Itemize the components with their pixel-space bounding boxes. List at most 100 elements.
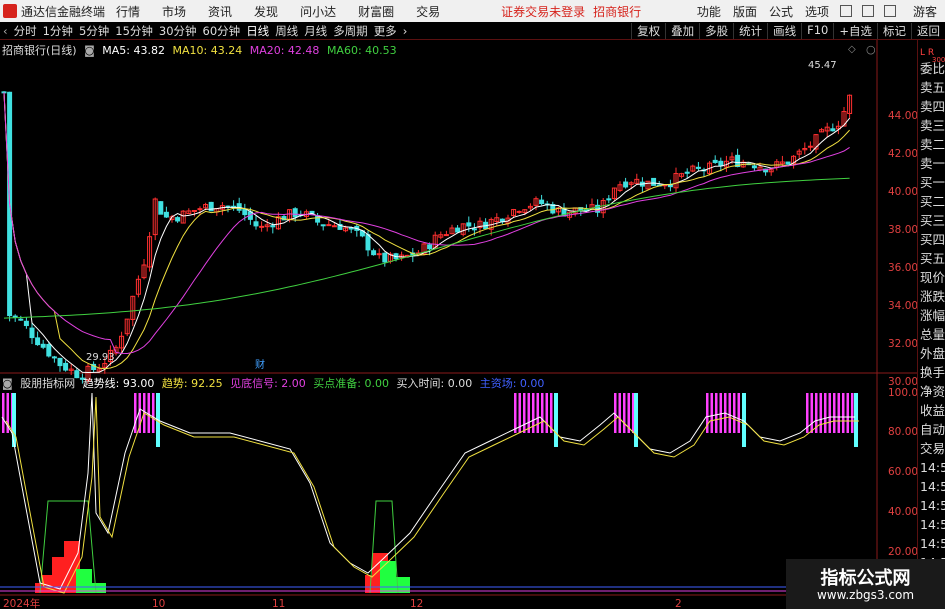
period-15min[interactable]: 15分钟: [112, 23, 156, 39]
ma10-label: MA10: 43.24: [172, 44, 243, 57]
histogram-block: [380, 561, 396, 593]
period-60min[interactable]: 60分钟: [200, 23, 244, 39]
ind-tick: 20.00: [888, 546, 917, 558]
toolbox-icon[interactable]: [839, 5, 852, 17]
candle-body: [516, 210, 522, 213]
period-more[interactable]: 更多: [371, 23, 400, 39]
ind-label-bottom: 见底信号: 2.00: [230, 377, 306, 390]
period-fenshi[interactable]: 分时: [11, 23, 40, 39]
quote-field: 14:5: [920, 460, 945, 475]
tool-biaoji[interactable]: 标记: [877, 22, 911, 39]
ind-tick: 60.00: [888, 466, 917, 478]
candlestick-layer: [1, 91, 853, 384]
tool-f10[interactable]: F10: [801, 22, 833, 39]
menu-wenxiaoda[interactable]: 问小达: [289, 3, 347, 20]
tool-tongji[interactable]: 统计: [733, 22, 767, 39]
quote-field: 外盘: [920, 346, 945, 361]
message-icon[interactable]: [883, 5, 896, 17]
tool-huaxian[interactable]: 画线: [767, 22, 801, 39]
tool-fanhui[interactable]: 返回: [911, 22, 945, 39]
collapse-icon[interactable]: ‹: [0, 24, 11, 38]
candle-body: [718, 160, 724, 167]
candle-body: [57, 357, 63, 367]
period-5min[interactable]: 5分钟: [76, 23, 112, 39]
price-tick: 32.00: [888, 338, 917, 350]
candle-body: [197, 208, 203, 211]
signal-bar: [737, 393, 740, 433]
candle-body: [259, 225, 265, 228]
signal-bar: [2, 393, 5, 433]
signal-bar: [715, 393, 718, 433]
broker-name[interactable]: 招商银行: [593, 3, 641, 20]
quote-field: 买四: [920, 232, 945, 247]
menu-gongshi[interactable]: 公式: [763, 3, 799, 20]
signal-bar: [618, 393, 621, 433]
ma-toggle-icon[interactable]: ◙: [84, 44, 95, 57]
price-tick: 34.00: [888, 300, 917, 312]
quote-field: 卖一: [920, 156, 945, 171]
quote-field: 买一: [920, 175, 945, 190]
quote-field: 收益: [920, 403, 945, 418]
signal-bar: [810, 393, 813, 433]
ma20-label: MA20: 42.48: [249, 44, 320, 57]
quote-field: 净资: [920, 384, 945, 399]
candle-body: [270, 225, 276, 228]
app-logo: 通达信金融终端: [0, 3, 105, 20]
window-icon[interactable]: [861, 5, 874, 17]
indicator-toggle-icon[interactable]: ◙: [2, 377, 13, 390]
quote-field: 涨跌: [920, 289, 945, 304]
more-chevron-icon[interactable]: ›: [400, 24, 411, 38]
signal-marker: [854, 393, 858, 447]
tool-diejia[interactable]: 叠加: [665, 22, 699, 39]
menu-banmian[interactable]: 版面: [727, 3, 763, 20]
diamond-icon[interactable]: ◇: [848, 44, 856, 55]
candle-body: [40, 343, 46, 348]
candle-body: [623, 181, 629, 188]
menu-gongneng[interactable]: 功能: [691, 3, 727, 20]
stock-chart[interactable]: 44.00 42.00 40.00 38.00 36.00 34.00 32.0…: [0, 40, 917, 609]
signal-bar: [152, 393, 155, 433]
candle-body: [466, 222, 472, 227]
x-tick: 2: [675, 598, 682, 609]
menu-xuanxiang[interactable]: 选项: [799, 3, 835, 20]
signal-bar: [842, 393, 845, 433]
trendline-white: [1, 392, 855, 590]
ma-lines: [3, 92, 850, 374]
ind-tick: 80.00: [888, 426, 917, 438]
price-tick: 42.00: [888, 148, 917, 160]
quote-field: 换手: [920, 365, 945, 380]
quote-field: 买五: [920, 251, 945, 266]
period-weekly[interactable]: 周线: [272, 23, 301, 39]
period-30min[interactable]: 30分钟: [156, 23, 200, 39]
menu-shichang[interactable]: 市场: [151, 3, 197, 20]
low-price-label: 29.93: [86, 352, 115, 363]
trade-login-alert[interactable]: 证券交易未登录: [501, 3, 585, 20]
menu-faxian[interactable]: 发现: [243, 3, 289, 20]
indicator-name[interactable]: 股朋指标网: [20, 377, 75, 390]
menu-jiaoyi[interactable]: 交易: [405, 3, 451, 20]
finance-mark[interactable]: 财: [255, 358, 265, 371]
settings-circle-icon[interactable]: ○: [866, 43, 876, 56]
period-monthly[interactable]: 月线: [301, 23, 330, 39]
quote-field: 交易: [920, 441, 945, 456]
candle-body: [292, 208, 298, 218]
tool-duogu[interactable]: 多股: [699, 22, 733, 39]
ind-label-capital: 主资场: 0.00: [479, 377, 545, 390]
signal-bar: [527, 393, 530, 433]
period-daily[interactable]: 日线: [243, 23, 272, 39]
menu-zixun[interactable]: 资讯: [197, 3, 243, 20]
period-1min[interactable]: 1分钟: [40, 23, 76, 39]
high-price-label: 45.47: [808, 60, 837, 71]
guest-user[interactable]: 游客: [901, 3, 945, 20]
price-tick: 40.00: [888, 186, 917, 198]
candle-body: [35, 337, 41, 346]
price-tick: 44.00: [888, 110, 917, 122]
candle-body: [18, 318, 24, 321]
tool-zixuan[interactable]: +自选: [833, 22, 877, 39]
period-multi[interactable]: 多周期: [330, 23, 371, 39]
menu-hangqing[interactable]: 行情: [105, 3, 151, 20]
tool-fuquan[interactable]: 复权: [631, 22, 665, 39]
candle-body: [63, 362, 69, 371]
candle-body: [606, 198, 612, 201]
menu-caifuquan[interactable]: 财富圈: [347, 3, 405, 20]
